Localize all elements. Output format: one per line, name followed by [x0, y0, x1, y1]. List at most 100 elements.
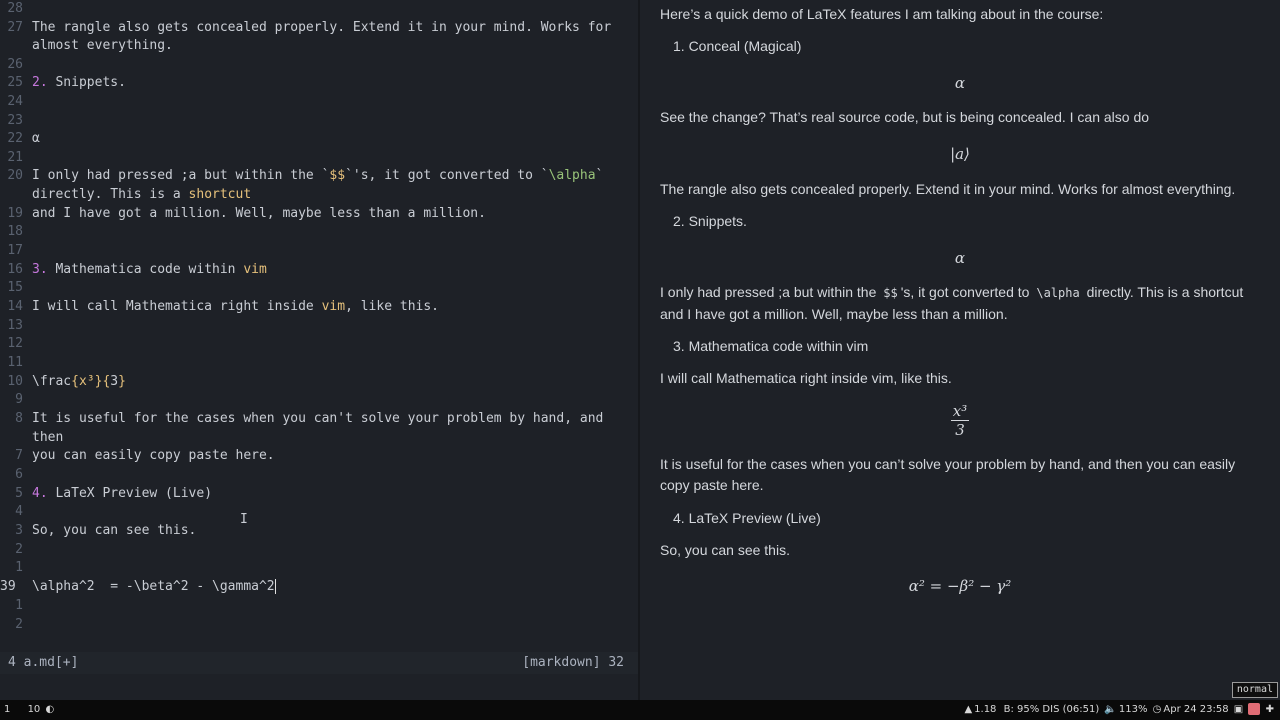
vim-statusline: 4 a.md[+] [markdown] 32 — [0, 652, 638, 674]
text-segment: you can easily copy paste here. — [32, 448, 275, 463]
line-text[interactable]: you can easily copy paste here. — [32, 447, 275, 465]
editor-line[interactable]: 9 — [0, 391, 638, 409]
text-segment: ` — [595, 168, 604, 183]
editor-line[interactable]: 39 \alpha^2 = -\beta^2 - \gamma^2 — [0, 578, 638, 596]
editor-pane[interactable]: 28 27 The rangle also gets concealed prope… — [0, 0, 638, 676]
preview-para-rangle: The rangle also gets concealed properly.… — [660, 181, 1236, 197]
editor-line[interactable]: 15 — [0, 279, 638, 297]
text-segment: I only had pressed ;a but within the ` — [32, 168, 330, 183]
text-segment: It is useful for the cases when you can'… — [32, 411, 604, 426]
text-segment: shortcut — [188, 187, 252, 202]
preview-item-4: 4. LaTeX Preview (Live) — [673, 510, 821, 526]
editor-line[interactable]: almost everything. — [0, 37, 638, 55]
editor-line[interactable]: 5 4. LaTeX Preview (Live) — [0, 485, 638, 503]
editor-line[interactable]: 28 — [0, 0, 638, 18]
line-number: 22 — [7, 131, 23, 146]
line-text[interactable]: I only had pressed ;a but within the `$$… — [32, 167, 603, 185]
preview-math-alpha: α — [954, 74, 966, 92]
line-number: 17 — [7, 243, 23, 258]
editor-line[interactable]: 4 — [0, 503, 638, 521]
record-icon[interactable] — [1248, 703, 1261, 715]
text-segment: vim — [321, 299, 346, 314]
fraction-denominator: 3 — [955, 421, 965, 439]
camera-icon[interactable]: ▣ — [1234, 700, 1243, 720]
preview-para-pressed: I only had pressed ;a but within the $$ '… — [660, 282, 1260, 325]
editor-line[interactable]: 6 — [0, 466, 638, 484]
line-text[interactable]: directly. This is a shortcut — [32, 186, 251, 204]
editor-line[interactable]: 14 I will call Mathematica right inside v… — [0, 298, 638, 316]
line-number: 8 — [15, 411, 23, 426]
editor-line[interactable]: 26 — [0, 56, 638, 74]
pressed-text-a: I only had pressed ;a but within the — [660, 284, 877, 300]
app-circle-icon[interactable]: ◐ — [45, 700, 54, 720]
editor-line[interactable]: 8 It is useful for the cases when you can… — [0, 410, 638, 428]
line-text[interactable]: \alpha^2 = -\beta^2 - \gamma^2 — [32, 578, 276, 596]
editor-line[interactable]: 17 — [0, 242, 638, 260]
text-segment: α — [32, 131, 40, 146]
editor-line[interactable]: then — [0, 429, 638, 447]
editor-line[interactable]: 20 I only had pressed ;a but within the `… — [0, 167, 638, 185]
line-number: 19 — [7, 206, 23, 221]
line-text[interactable]: then — [32, 429, 63, 447]
text-segment: 3. — [32, 262, 56, 277]
line-number: 1 — [15, 560, 23, 575]
line-text[interactable]: α — [32, 130, 40, 148]
editor-line[interactable]: 7 you can easily copy paste here. — [0, 447, 638, 465]
line-text[interactable]: \frac{x³}{3} — [32, 373, 126, 391]
editor-line[interactable]: 1 — [0, 597, 638, 615]
text-segment: Mathematica code within — [55, 262, 244, 277]
editor-line[interactable]: 12 — [0, 335, 638, 353]
line-number: 1 — [15, 598, 23, 613]
editor-line[interactable]: 3 So, you can see this. — [0, 522, 638, 540]
preview-para-change: See the change? That’s real source code,… — [660, 109, 1150, 125]
editor-line[interactable]: 13 — [0, 317, 638, 335]
editor-line[interactable]: 16 3. Mathematica code within vim — [0, 261, 638, 279]
settings-icon[interactable]: ✚ — [1266, 700, 1274, 720]
editor-line[interactable]: 19 and I have got a million. Well, maybe … — [0, 205, 638, 223]
line-text[interactable]: I will call Mathematica right inside vim… — [32, 298, 439, 316]
statusline-filename: 4 a.md[+] — [8, 655, 79, 670]
editor-line[interactable]: 10 \frac{x³}{3} — [0, 373, 638, 391]
text-segment: then — [32, 430, 64, 445]
pressed-text-b: 's, it got converted to — [900, 284, 1030, 300]
preview-item-3: 3. Mathematica code within vim — [673, 338, 869, 354]
editor-line[interactable]: 24 — [0, 93, 638, 111]
editor-line[interactable]: 2 — [0, 541, 638, 559]
statusline-filetype: [markdown] 32 — [522, 655, 624, 670]
line-number: 18 — [7, 224, 23, 239]
text-segment: \alpha^2 = -\beta^2 - \gamma^2 — [32, 579, 275, 594]
editor-line[interactable]: 23 — [0, 112, 638, 130]
line-number: 7 — [15, 448, 23, 463]
line-text[interactable]: The rangle also gets concealed properly.… — [32, 19, 611, 37]
preview-item-1: 1. Conceal (Magical) — [673, 38, 802, 54]
line-text[interactable]: almost everything. — [32, 37, 173, 55]
line-text[interactable]: It is useful for the cases when you can'… — [32, 410, 603, 428]
line-number: 21 — [7, 150, 23, 165]
mode-indicator: normal — [1231, 682, 1278, 698]
line-text[interactable]: 4. LaTeX Preview (Live) — [32, 485, 212, 503]
editor-line[interactable]: 1 — [0, 559, 638, 577]
line-text[interactable]: 3. Mathematica code within vim — [32, 261, 267, 279]
line-number: 25 — [7, 75, 23, 90]
line-text[interactable]: 2. Snippets. — [32, 74, 126, 92]
editor-line[interactable]: 27 The rangle also gets concealed properl… — [0, 19, 638, 37]
editor-line[interactable]: 11 — [0, 354, 638, 372]
line-number: 2 — [15, 542, 23, 557]
volume-icon[interactable]: 🔈 — [1104, 700, 1116, 720]
editor-line[interactable]: 2 — [0, 616, 638, 634]
editor-line[interactable]: directly. This is a shortcut — [0, 186, 638, 204]
latex-preview-pane: Here’s a quick demo of LaTeX features I … — [640, 0, 1280, 700]
line-text[interactable]: So, you can see this. — [32, 522, 196, 540]
workspace-indicator[interactable]: 1 — [4, 704, 10, 715]
editor-line[interactable]: 18 — [0, 223, 638, 241]
editor-line[interactable]: 22 α — [0, 130, 638, 148]
editor-line[interactable]: 21 — [0, 149, 638, 167]
text-segment: almost everything. — [32, 38, 173, 53]
pressed-code-alpha: \alpha — [1036, 286, 1080, 300]
line-number: 12 — [7, 336, 23, 351]
network-icon[interactable]: ▲ — [964, 700, 972, 720]
preview-item-2: 2. Snippets. — [673, 213, 747, 229]
editor-line[interactable]: 25 2. Snippets. — [0, 74, 638, 92]
line-text[interactable]: and I have got a million. Well, maybe le… — [32, 205, 486, 223]
preview-intro: Here’s a quick demo of LaTeX features I … — [660, 6, 1104, 22]
